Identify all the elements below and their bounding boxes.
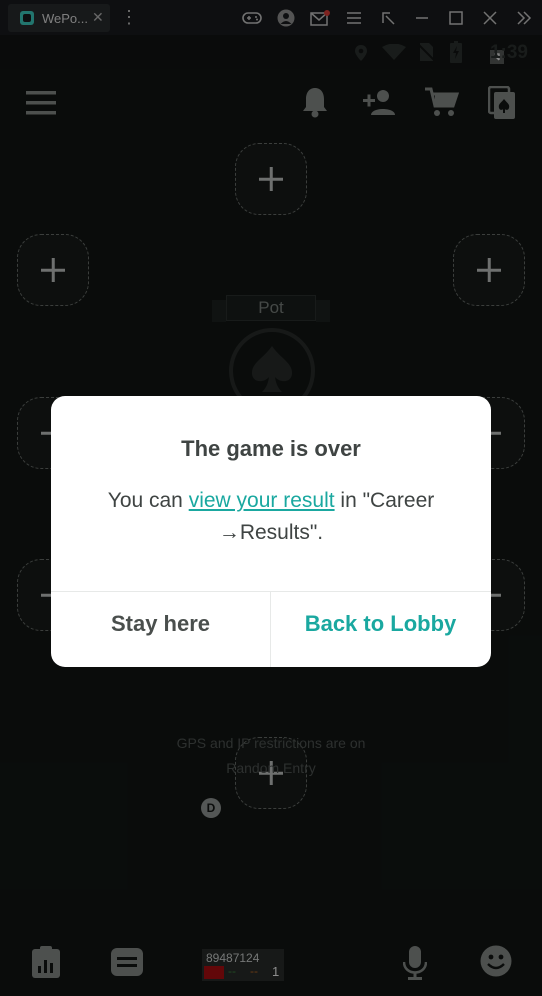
game-over-dialog: The game is over You can view your resul… xyxy=(51,396,491,667)
dialog-title: The game is over xyxy=(181,436,361,461)
back-to-lobby-button[interactable]: Back to Lobby xyxy=(271,592,490,667)
dialog-message-prefix: You can xyxy=(107,489,189,512)
view-result-link[interactable]: view your result xyxy=(189,489,335,512)
dialog-message: You can view your result in "Career →Res… xyxy=(81,485,461,549)
stay-here-button[interactable]: Stay here xyxy=(51,592,270,667)
